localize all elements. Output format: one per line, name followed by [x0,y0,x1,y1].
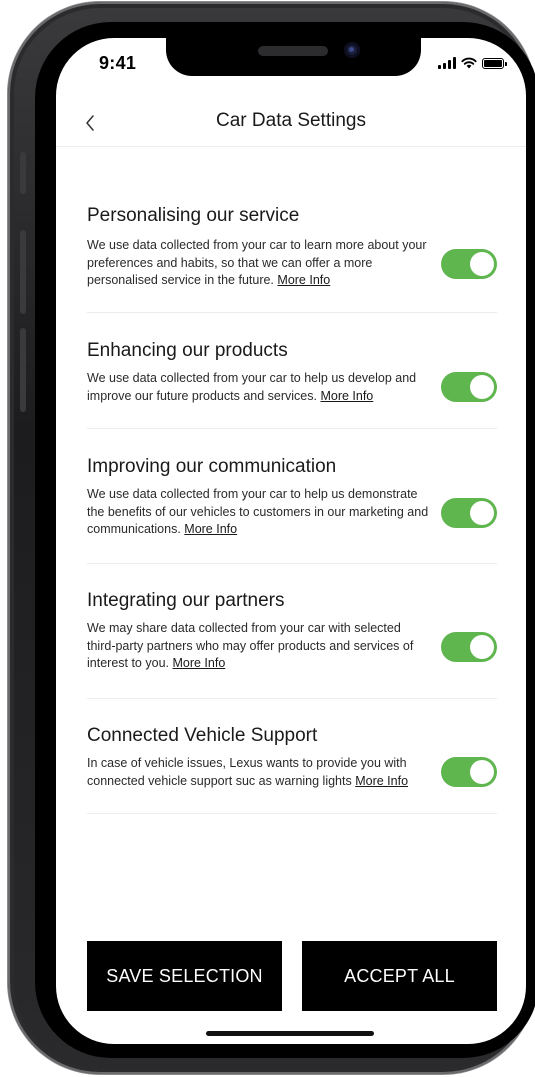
save-selection-button[interactable]: SAVE SELECTION [87,941,282,1011]
setting-title: Enhancing our products [87,340,288,361]
cellular-signal-icon [438,57,456,69]
personalising-service-toggle[interactable] [441,249,497,279]
setting-title: Personalising our service [87,205,300,226]
setting-description: We may share data collected from your ca… [87,621,414,670]
battery-icon [482,58,507,69]
setting-description: We use data collected from your car to h… [87,487,429,536]
notch [166,38,421,76]
setting-connected-vehicle-support: Connected Vehicle Support In case of veh… [87,725,497,805]
setting-description: We use data collected from your car to l… [87,238,427,287]
setting-personalising-service: Personalising our service We use data co… [87,205,497,305]
mute-switch [20,152,26,194]
toggle-knob [470,252,494,276]
setting-improving-communication: Improving our communication We use data … [87,456,497,556]
page-title: Car Data Settings [216,110,366,131]
enhancing-products-toggle[interactable] [441,372,497,402]
more-info-link[interactable]: More Info [172,656,225,670]
setting-title: Connected Vehicle Support [87,725,318,746]
toggle-knob [470,635,494,659]
nav-bar: Car Data Settings [56,100,526,147]
setting-integrating-partners: Integrating our partners We may share da… [87,590,497,690]
divider [87,813,497,814]
front-camera [344,42,360,58]
screen: 9:41 Car Data Settings Personalising our… [56,38,526,1044]
status-time: 9:41 [99,53,137,73]
toggle-knob [470,501,494,525]
more-info-link[interactable]: More Info [277,273,330,287]
status-icons [438,55,507,69]
more-info-link[interactable]: More Info [355,774,408,788]
setting-description: We use data collected from your car to h… [87,371,417,403]
toggle-knob [470,375,494,399]
setting-enhancing-products: Enhancing our products We use data colle… [87,340,497,420]
improving-communication-toggle[interactable] [441,498,497,528]
divider [87,698,497,699]
setting-title: Integrating our partners [87,590,285,611]
home-indicator[interactable] [206,1031,374,1036]
setting-description: In case of vehicle issues, Lexus wants t… [87,756,409,788]
accept-all-button[interactable]: ACCEPT ALL [302,941,497,1011]
toggle-knob [470,760,494,784]
volume-up-button [20,230,26,314]
phone-frame: 9:41 Car Data Settings Personalising our… [8,2,535,1074]
connected-vehicle-support-toggle[interactable] [441,757,497,787]
more-info-link[interactable]: More Info [320,389,373,403]
integrating-partners-toggle[interactable] [441,632,497,662]
more-info-link[interactable]: More Info [184,522,237,536]
volume-down-button [20,328,26,412]
wifi-icon [461,57,477,69]
divider [87,563,497,564]
divider [87,312,497,313]
speaker-grille [258,46,328,56]
setting-title: Improving our communication [87,456,337,477]
divider [87,428,497,429]
